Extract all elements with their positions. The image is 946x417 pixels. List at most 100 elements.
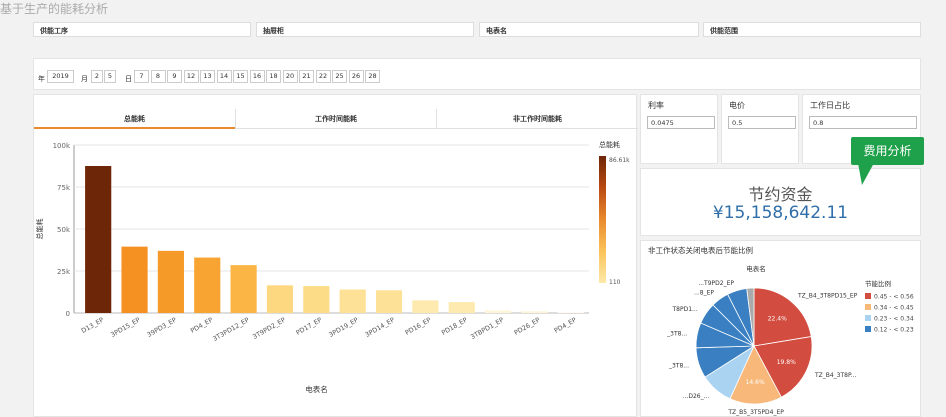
slice-percent-label: 14.6% [746, 379, 765, 386]
filter-range[interactable]: 供能范围 [703, 22, 921, 37]
day-chip[interactable]: 16 [249, 70, 265, 83]
pie-legend-title: 节能比例 [865, 279, 891, 288]
day-chip[interactable]: 22 [315, 70, 331, 83]
year-label: 年 [38, 75, 45, 83]
tab-total-energy[interactable]: 总能耗 [34, 109, 235, 129]
day-chip[interactable]: 28 [365, 70, 380, 83]
app-title: 基于生产的能耗分析 [0, 2, 109, 16]
savings-value: ¥15,158,642.11 [712, 203, 849, 223]
slice-label: TZ_B4_3T8P... [814, 372, 857, 379]
y-tick-label: 0 [66, 310, 70, 318]
dashboard: 基于生产的能耗分析 供能工序 抽屉柜 电表名 供能范围 年 2019 月 2 5… [0, 0, 946, 417]
slice-label: TZ_B5_3T5PD4_EP [727, 409, 784, 416]
bar[interactable] [375, 290, 403, 313]
y-axis-label: 总能耗 [35, 219, 44, 240]
slice-label: ...D26_... [683, 393, 710, 400]
x-axis-label: 电表名 [305, 384, 328, 394]
day-chip[interactable]: 25 [332, 70, 347, 83]
workday-input[interactable]: 0.8 [809, 116, 917, 129]
slice-percent-label: 22.4% [768, 316, 787, 323]
slice-label: ...8_EP [694, 290, 714, 297]
legend-swatch [865, 293, 871, 299]
bar[interactable] [85, 166, 112, 313]
legend-color-scale [599, 156, 606, 283]
bar[interactable] [230, 265, 257, 313]
slice-label: TZ_B4_3T8PD15_EP [797, 293, 858, 300]
y-tick-label: 100k [53, 142, 71, 150]
x-tick-label: PD18_EP [440, 316, 469, 337]
filter-process[interactable]: 供能工序 [33, 22, 251, 37]
legend-entry-label: 0.12 - < 0.23 [874, 327, 914, 334]
day-chip[interactable]: 12 [183, 70, 199, 83]
x-tick-label: 39PD3_EP [146, 316, 178, 339]
slice-label: T8PD1... [671, 306, 697, 313]
bar[interactable] [412, 300, 439, 313]
pie-chart: 非工作状态关闭电表后节能比例电表名 22.4% TZ_B4_3T8PD15_EP 19… [648, 245, 914, 416]
day-chip[interactable]: 15 [233, 70, 248, 83]
legend-swatch [865, 326, 871, 332]
bar[interactable] [194, 257, 221, 313]
legend-title: 总能耗 [599, 140, 620, 149]
legend-entry-label: 0.45 - < 0.56 [874, 294, 914, 301]
x-tick-label: PD16_EP [404, 316, 433, 337]
rate-input[interactable]: 0.0475 [647, 116, 715, 129]
filter-meter[interactable]: 电表名 [479, 22, 699, 37]
kpi-rate: 利率 0.0475 [640, 94, 718, 164]
day-chip[interactable]: 20 [282, 70, 298, 83]
callout-tail [858, 163, 874, 185]
legend-max-label: 86.61k [609, 157, 630, 164]
bar[interactable] [557, 312, 584, 313]
slice-label: ...T9PD2_EP [698, 280, 734, 287]
day-chip[interactable]: 9 [167, 70, 182, 83]
x-tick-label: D13_EP [80, 316, 105, 335]
bar-chart-panel: 总能耗 工作时间能耗 非工作时间能耗 0 25k 50k 75k 100k 总能耗 D13_… [33, 94, 638, 417]
savings-panel: 节约资金 ¥15,158,642.11 [640, 168, 921, 236]
x-tick-label: PD4_EP [189, 316, 214, 335]
year-chip[interactable]: 2019 [47, 70, 74, 83]
day-chip[interactable]: 14 [216, 70, 232, 83]
bar[interactable] [485, 310, 512, 313]
tab-work-energy[interactable]: 工作时间能耗 [235, 109, 436, 129]
bar[interactable] [157, 250, 184, 313]
kpi-workday-label: 工作日占比 [810, 101, 850, 110]
bar[interactable] [303, 286, 330, 313]
price-input[interactable]: 0.5 [728, 116, 796, 129]
legend-swatch [865, 304, 871, 310]
kpi-price-label: 电价 [729, 101, 745, 110]
legend-entry-label: 0.23 - < 0.34 [874, 316, 914, 323]
filter-cabinet[interactable]: 抽屉柜 [256, 22, 474, 37]
x-tick-label: PD26_EP [513, 316, 542, 337]
month-label: 月 [81, 75, 88, 83]
bar[interactable] [266, 285, 294, 313]
day-chip[interactable]: 26 [348, 70, 364, 83]
day-chip[interactable]: 18 [266, 70, 281, 83]
bar[interactable] [339, 289, 366, 313]
x-tick-label: 3T9PD2_EP [251, 316, 287, 341]
tab-bar: 总能耗 工作时间能耗 非工作时间能耗 [34, 109, 638, 129]
month-chip[interactable]: 2 [91, 70, 103, 83]
cost-analysis-button[interactable]: 费用分析 [851, 137, 924, 165]
kpi-rate-label: 利率 [648, 101, 664, 110]
day-chip[interactable]: 7 [134, 70, 149, 83]
day-chip[interactable]: 13 [200, 70, 215, 83]
slice-label: _3T8... [666, 331, 687, 338]
x-tick-label: 3PD15_EP [109, 316, 141, 339]
x-tick-label: PD17_EP [295, 316, 324, 337]
date-bar: 年 2019 月 2 5 日 7 8 9 12 13 14 15 16 18 20 21 22 25 26… [33, 58, 921, 90]
legend-min-label: 110 [609, 279, 621, 286]
day-chip[interactable]: 8 [150, 70, 166, 83]
legend-entry-label: 0.34 - < 0.45 [874, 305, 914, 312]
y-tick-label: 25k [57, 268, 71, 276]
x-tick-label: PD4_EP [553, 316, 578, 335]
kpi-price: 电价 0.5 [721, 94, 799, 164]
bar[interactable] [121, 246, 148, 313]
bar-chart: 0 25k 50k 75k 100k 总能耗 D13_EP 3PD15_EP 39PD3_EP P… [35, 140, 630, 394]
x-tick-label: 3PD14_EP [364, 316, 396, 339]
month-chip[interactable]: 5 [104, 70, 116, 83]
slice-percent-label: 19.8% [777, 359, 796, 366]
legend-swatch [865, 315, 871, 321]
bar[interactable] [448, 302, 475, 313]
day-chip[interactable]: 21 [299, 70, 314, 83]
tab-nonwork-energy[interactable]: 非工作时间能耗 [436, 109, 638, 129]
bar[interactable] [521, 311, 548, 313]
